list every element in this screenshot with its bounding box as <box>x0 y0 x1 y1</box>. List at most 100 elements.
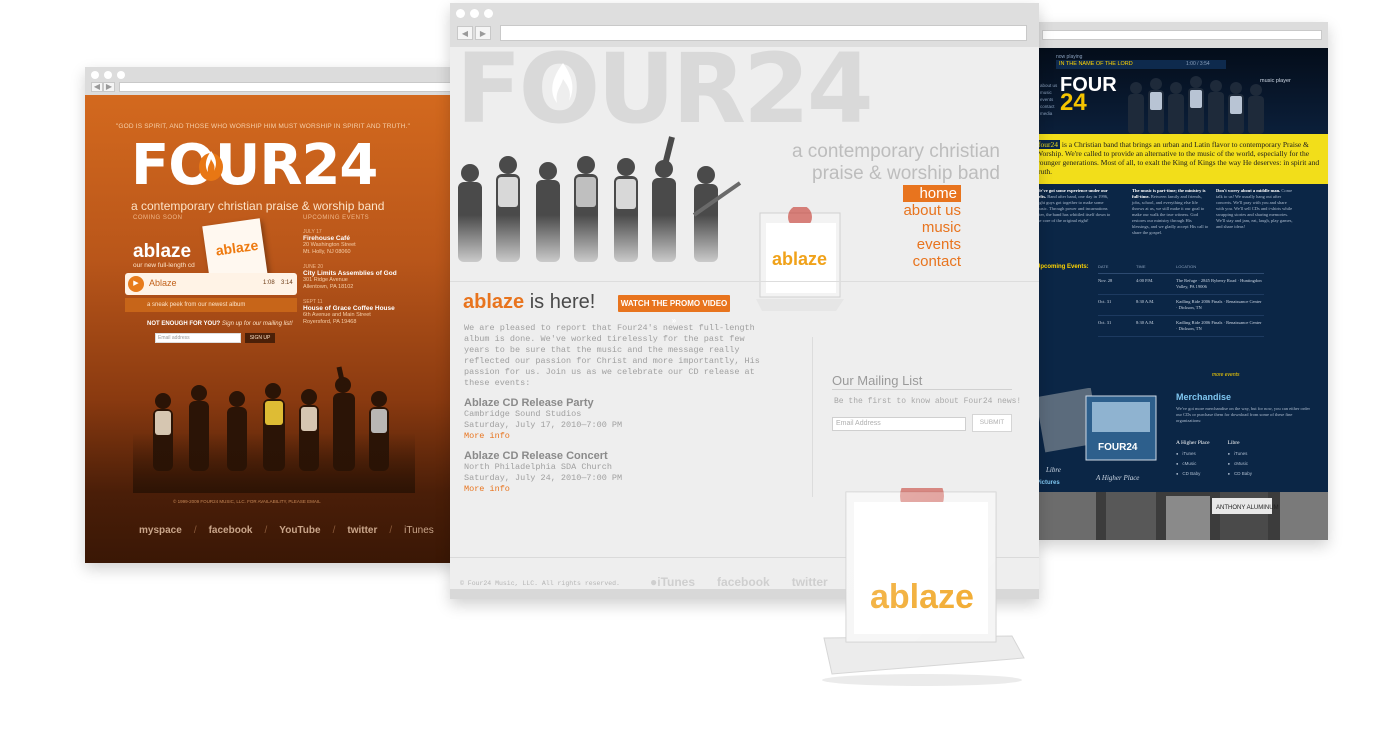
event-address-line: Royersford, PA 19468 <box>303 319 357 325</box>
main-nav: home about us music events contact <box>903 185 961 270</box>
album-links: A Higher Place iTunes cMusic CD Baby Lib… <box>1176 440 1252 479</box>
myspace-link[interactable]: myspace <box>139 525 182 536</box>
maximize-dot[interactable] <box>117 71 125 79</box>
submit-button[interactable]: SUBMIT <box>972 414 1012 432</box>
photo-strip: ANTHONY ALUMINUM <box>1036 492 1328 540</box>
event-item[interactable]: JUNE 20 City Limits Assemblies of God 30… <box>303 264 413 291</box>
store-link[interactable]: CD Baby <box>1228 469 1252 479</box>
intro-body: is a Christian band that brings an urban… <box>1036 140 1320 176</box>
tagline: a contemporary christian praise & worshi… <box>131 199 385 213</box>
maximize-dot[interactable] <box>484 9 493 18</box>
column-header: TIME <box>1136 264 1146 269</box>
event-address-line: 301 Ridge Avenue <box>303 277 348 283</box>
store-link[interactable]: CD Baby <box>1176 469 1210 479</box>
social-links: myspace / facebook / YouTube / twitter /… <box>139 525 434 536</box>
back-button[interactable]: ◀ <box>91 82 103 92</box>
right-browser-window: now playing IN THE NAME OF THE LORD 1:00… <box>1036 22 1328 540</box>
itunes-link[interactable]: ●iTunes <box>650 575 695 589</box>
email-input[interactable]: Email Address <box>832 417 966 431</box>
signup-button[interactable]: SIGN UP <box>245 333 275 343</box>
nav-home[interactable]: home <box>903 185 961 202</box>
merch-heading: Merchandise <box>1176 392 1232 402</box>
album-title: Libre <box>1227 440 1240 446</box>
window-controls <box>91 71 125 79</box>
album-subtitle: our new full-length cd <box>133 262 195 269</box>
event-address-line: 6th Avenue and Main Street <box>303 312 371 318</box>
youtube-link[interactable]: YouTube <box>279 525 320 536</box>
address-bar[interactable] <box>500 25 1027 41</box>
caption-libre: Libre <box>1046 466 1061 474</box>
store-link[interactable]: cMusic <box>1176 459 1210 469</box>
merch-text: We've got more merchandise on the way, b… <box>1176 406 1310 423</box>
cell-location: Kadling Ride 2006 Finals · Renaissance C… <box>1176 299 1262 310</box>
upcoming-events-label: UPCOMING EVENTS <box>303 215 370 221</box>
coming-soon-label: COMING SOON <box>133 215 183 221</box>
forward-button[interactable]: ▶ <box>475 26 491 40</box>
album-title: ablaze <box>133 241 192 262</box>
minimize-dot[interactable] <box>104 71 112 79</box>
event-name: City Limits Assemblies of God <box>303 270 397 277</box>
more-info-link[interactable]: More info <box>464 431 764 442</box>
table-row[interactable]: Oct. 31 8:30 A.M. Kadling Ride 2006 Fina… <box>1098 295 1264 316</box>
browser-toolbar: ◀ ▶ <box>450 3 1039 47</box>
column-text: Band after band, one day in 1996, eight … <box>1036 194 1111 223</box>
email-input[interactable]: Email address <box>155 333 241 343</box>
menu-item-music[interactable]: music <box>1040 89 1057 96</box>
store-link[interactable]: iTunes <box>1228 449 1252 459</box>
nav-music[interactable]: music <box>903 219 961 236</box>
more-events-link[interactable]: more events <box>1212 372 1240 378</box>
headline: ablaze is here! <box>463 291 595 314</box>
mailing-list-heading: Our Mailing List <box>832 373 923 388</box>
about-column: We've got some experience under our belt… <box>1036 188 1114 236</box>
menu-item-contact[interactable]: contact <box>1040 103 1057 110</box>
player-time: 1:00 / 3:54 <box>1186 61 1210 67</box>
pictures-heading: Pictures <box>1036 480 1060 486</box>
table-row[interactable]: Oct. 31 8:30 A.M. Kadling Ride 2006 Fina… <box>1098 316 1264 337</box>
album-group: Libre iTunes cMusic CD Baby <box>1228 440 1252 479</box>
store-link[interactable]: cMusic <box>1228 459 1252 469</box>
separator: / <box>332 525 336 536</box>
event-title: Ablaze CD Release Party <box>464 397 594 409</box>
table-header: DATE TIME LOCATION <box>1098 264 1264 274</box>
close-dot[interactable] <box>91 71 99 79</box>
watch-promo-button[interactable]: WATCH THE PROMO VIDEO » <box>618 295 730 325</box>
forward-button[interactable]: ▶ <box>103 82 115 92</box>
site-logo[interactable]: FOUR24 <box>131 133 378 198</box>
svg-text:ANTHONY ALUMINUM: ANTHONY ALUMINUM <box>1216 505 1279 511</box>
close-dot[interactable] <box>456 9 465 18</box>
svg-text:FOUR24: FOUR24 <box>1098 442 1138 453</box>
menu-item-about[interactable]: about us <box>1040 82 1057 89</box>
nav-contact[interactable]: contact <box>903 253 961 270</box>
event-item[interactable]: JULY 17 Firehouse Café 20 Washington Str… <box>303 229 413 256</box>
facebook-link[interactable]: facebook <box>717 575 770 589</box>
signup-prompt: NOT ENOUGH FOR YOU? Sign up for our mail… <box>147 321 293 327</box>
twitter-link[interactable]: twitter <box>347 525 377 536</box>
divider <box>450 281 1039 282</box>
address-bar[interactable] <box>1042 30 1322 40</box>
merchandise-image: FOUR24 <box>1036 388 1157 461</box>
upcoming-events-list: JULY 17 Firehouse Café 20 Washington Str… <box>303 229 413 334</box>
minimize-dot[interactable] <box>470 9 479 18</box>
window-controls <box>456 9 493 18</box>
itunes-link[interactable]: iTunes <box>404 525 434 536</box>
left-browser-window: ◀ ▶ "GOD IS SPIRIT, AND THOSE WHO WORSHI… <box>85 67 455 563</box>
table-row[interactable]: Nov. 28 4:00 P.M. The Refuge · 2845 Bybe… <box>1098 274 1264 295</box>
event-address-line: 20 Washington Street <box>303 242 356 248</box>
address-bar[interactable] <box>119 82 451 92</box>
store-link[interactable]: iTunes <box>1176 449 1210 459</box>
facebook-link[interactable]: facebook <box>209 525 253 536</box>
album-cover-text: ablaze <box>214 236 260 259</box>
back-button[interactable]: ◀ <box>457 26 473 40</box>
music-player-label[interactable]: music player <box>1260 78 1291 84</box>
site-logo[interactable]: FOUR 24 <box>1060 75 1117 115</box>
more-info-link[interactable]: More info <box>464 484 764 495</box>
menu-item-media[interactable]: media <box>1040 110 1057 117</box>
menu-item-events[interactable]: events <box>1040 96 1057 103</box>
event-name: House of Grace Coffee House <box>303 305 395 312</box>
event-item[interactable]: SEPT 11 House of Grace Coffee House 6th … <box>303 299 413 326</box>
band-photo <box>133 366 415 493</box>
nav-events[interactable]: events <box>903 236 961 253</box>
play-icon[interactable]: ▶ <box>128 276 144 292</box>
nav-about[interactable]: about us <box>903 202 961 219</box>
itunes-label: iTunes <box>657 575 696 589</box>
